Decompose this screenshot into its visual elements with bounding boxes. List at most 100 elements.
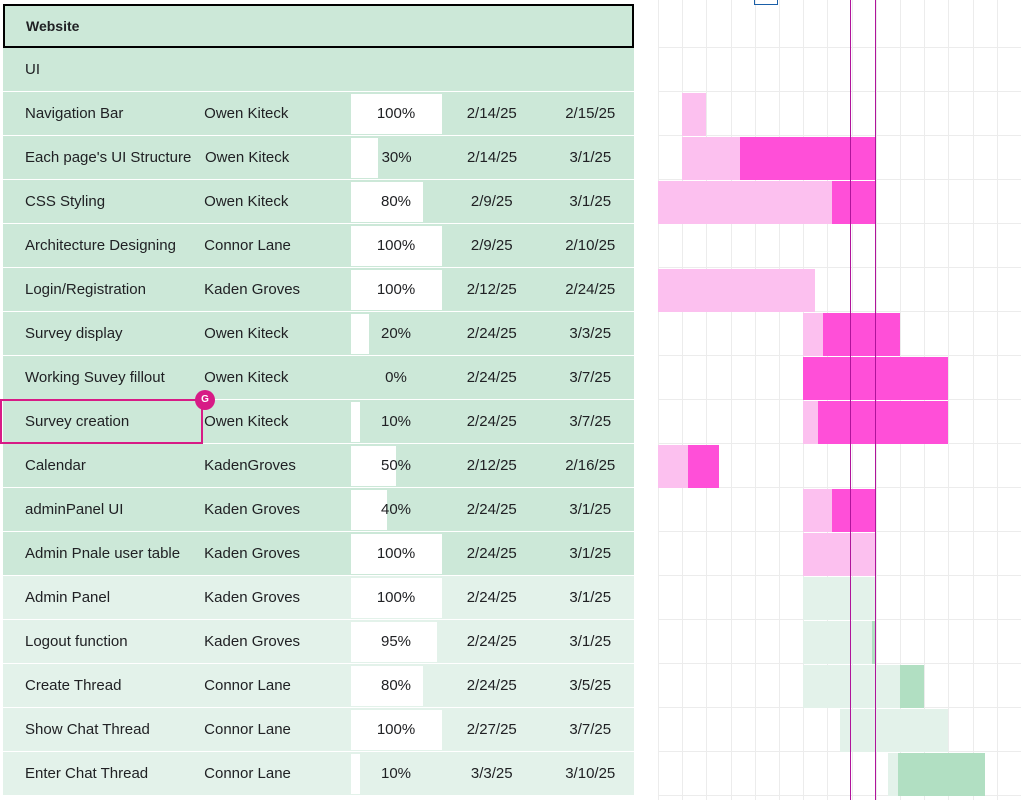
task-name-cell[interactable]: Navigation Bar [3, 105, 182, 122]
task-owner-cell[interactable]: Kaden Groves [182, 281, 327, 298]
task-progress-cell[interactable]: 100% [350, 93, 442, 134]
task-progress-cell[interactable]: 100% [350, 709, 442, 750]
task-name-cell[interactable]: Admin Pnale user table [3, 545, 182, 562]
task-owner-cell[interactable]: Connor Lane [182, 765, 327, 782]
task-owner-cell[interactable]: Kaden Groves [182, 501, 327, 518]
task-progress-cell[interactable]: 50% [350, 445, 442, 486]
task-row[interactable]: Create Thread Connor Lane 80% 2/24/25 3/5/25 [3, 664, 634, 708]
task-end-date-cell[interactable]: 3/1/25 [547, 149, 634, 166]
task-end-date-cell[interactable]: 3/1/25 [546, 633, 634, 650]
task-progress-cell[interactable]: 100% [350, 269, 442, 310]
task-row[interactable]: UI [3, 48, 634, 92]
task-progress-cell[interactable]: 20% [350, 313, 442, 354]
gantt-bar-complete[interactable] [803, 489, 833, 532]
task-row[interactable]: Login/Registration Kaden Groves 100% 2/12/2… [3, 268, 634, 312]
task-row[interactable]: Working Suvey fillout Owen Kiteck 0% 2/24/2… [3, 356, 634, 400]
task-row[interactable]: Logout function Kaden Groves 95% 2/24/25 3/1… [3, 620, 634, 664]
task-name-cell[interactable]: Working Suvey fillout [3, 369, 182, 386]
task-start-date-cell[interactable]: 2/27/25 [442, 721, 541, 738]
task-name-cell[interactable]: Create Thread [3, 677, 182, 694]
group-header-website[interactable]: Website [3, 4, 634, 48]
task-end-date-cell[interactable]: 3/7/25 [546, 413, 634, 430]
gantt-bar-remaining[interactable] [897, 753, 985, 796]
task-progress-cell[interactable]: 100% [350, 533, 442, 574]
task-name-cell[interactable]: Each page's UI Structure [3, 149, 191, 166]
task-name-cell[interactable]: Survey display [3, 325, 182, 342]
task-end-date-cell[interactable]: 3/7/25 [546, 369, 634, 386]
task-owner-cell[interactable]: Kaden Groves [182, 589, 327, 606]
gantt-bar-remaining[interactable] [832, 181, 876, 224]
task-start-date-cell[interactable]: 2/24/25 [442, 545, 541, 562]
task-owner-cell[interactable]: Connor Lane [182, 721, 327, 738]
task-owner-cell[interactable]: Owen Kiteck [182, 369, 327, 386]
gantt-bar-complete[interactable] [682, 93, 707, 136]
task-start-date-cell[interactable]: 2/9/25 [442, 237, 541, 254]
gantt-bar-remaining[interactable] [900, 665, 925, 708]
task-row[interactable]: Show Chat Thread Connor Lane 100% 2/27/25 3/… [3, 708, 634, 752]
task-row[interactable]: CSS Styling Owen Kiteck 80% 2/9/25 3/1/25 [3, 180, 634, 224]
task-owner-cell[interactable]: Kaden Groves [182, 545, 327, 562]
task-row[interactable]: adminPanel UI Kaden Groves 40% 2/24/25 3/1/2… [3, 488, 634, 532]
task-end-date-cell[interactable]: 2/24/25 [546, 281, 634, 298]
task-owner-cell[interactable]: Connor Lane [182, 677, 327, 694]
task-progress-cell[interactable]: 30% [351, 137, 441, 178]
task-row[interactable]: Survey display Owen Kiteck 20% 2/24/25 3/3/2… [3, 312, 634, 356]
task-owner-cell[interactable]: Owen Kiteck [183, 149, 328, 166]
task-owner-cell[interactable]: Owen Kiteck [182, 105, 327, 122]
task-start-date-cell[interactable]: 2/24/25 [442, 501, 541, 518]
task-owner-cell[interactable]: Owen Kiteck [182, 193, 327, 210]
gantt-bar-complete[interactable] [658, 445, 689, 488]
task-start-date-cell[interactable]: 3/3/25 [442, 765, 541, 782]
task-name-cell[interactable]: Show Chat Thread [3, 721, 182, 738]
task-owner-cell[interactable]: Connor Lane [182, 237, 327, 254]
gantt-bar-remaining[interactable] [688, 445, 719, 488]
collaborator-badge[interactable]: G [195, 390, 215, 410]
task-name-cell[interactable]: UI [3, 61, 182, 78]
gantt-bar-complete[interactable] [803, 533, 876, 576]
task-progress-cell[interactable]: 0% [351, 358, 442, 398]
task-name-cell[interactable]: Architecture Designing [3, 237, 182, 254]
task-row[interactable]: Admin Pnale user table Kaden Groves 100% 2/… [3, 532, 634, 576]
task-end-date-cell[interactable]: 3/3/25 [546, 325, 634, 342]
task-start-date-cell[interactable]: 2/24/25 [442, 677, 541, 694]
task-start-date-cell[interactable]: 2/12/25 [442, 457, 541, 474]
task-owner-cell[interactable]: Kaden Groves [182, 633, 327, 650]
task-progress-cell[interactable]: 80% [350, 181, 442, 222]
task-row[interactable]: Navigation Bar Owen Kiteck 100% 2/14/25 2/15… [3, 92, 634, 136]
task-name-cell[interactable]: Login/Registration [3, 281, 182, 298]
gantt-bar-complete[interactable] [803, 313, 823, 356]
task-start-date-cell[interactable]: 2/24/25 [442, 633, 541, 650]
gantt-bar-remaining[interactable] [817, 401, 949, 444]
task-progress-cell[interactable]: 10% [350, 753, 442, 794]
gantt-bar-complete[interactable] [682, 137, 741, 180]
task-row[interactable]: Calendar KadenGroves 50% 2/12/25 2/16/25 [3, 444, 634, 488]
task-end-date-cell[interactable]: 3/7/25 [546, 721, 634, 738]
gantt-bar-complete[interactable] [887, 753, 898, 796]
task-name-cell[interactable]: Logout function [3, 633, 182, 650]
task-owner-cell[interactable]: Owen Kiteck [182, 413, 327, 430]
task-end-date-cell[interactable]: 3/5/25 [546, 677, 634, 694]
task-end-date-cell[interactable]: 3/1/25 [546, 545, 634, 562]
task-end-date-cell[interactable]: 2/16/25 [546, 457, 634, 474]
task-progress-cell[interactable] [351, 50, 442, 90]
task-end-date-cell[interactable]: 3/1/25 [546, 193, 634, 210]
task-owner-cell[interactable]: KadenGroves [182, 457, 327, 474]
task-row[interactable]: Each page's UI Structure Owen Kiteck 30% 2/… [3, 136, 634, 180]
task-owner-cell[interactable]: Owen Kiteck [182, 325, 327, 342]
gantt-bar-complete[interactable] [803, 401, 818, 444]
gantt-bar-complete[interactable] [839, 709, 949, 752]
task-start-date-cell[interactable]: 2/24/25 [442, 413, 541, 430]
gantt-bar-complete[interactable] [658, 269, 816, 312]
task-progress-cell[interactable]: 100% [350, 577, 442, 618]
gantt-bar-remaining[interactable] [832, 489, 876, 532]
gantt-bar-remaining[interactable] [822, 313, 900, 356]
gantt-bar-remaining[interactable] [740, 137, 876, 180]
gantt-bar-complete[interactable] [803, 621, 873, 664]
task-end-date-cell[interactable]: 3/1/25 [546, 501, 634, 518]
task-end-date-cell[interactable]: 3/10/25 [546, 765, 634, 782]
task-row[interactable]: Survey creation Owen Kiteck 10% 2/24/25 3/7/… [3, 400, 634, 444]
task-name-cell[interactable]: Calendar [3, 457, 182, 474]
gantt-bar-complete[interactable] [803, 665, 900, 708]
task-end-date-cell[interactable]: 3/1/25 [546, 589, 634, 606]
task-name-cell[interactable]: adminPanel UI [3, 501, 182, 518]
